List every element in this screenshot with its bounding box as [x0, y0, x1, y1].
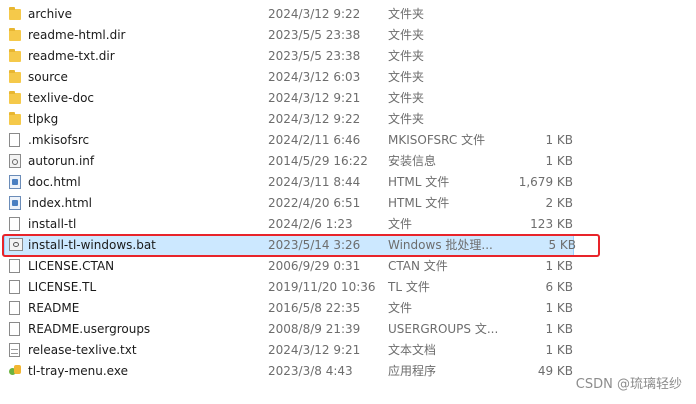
folder-icon	[9, 112, 21, 125]
file-name: doc.html	[28, 175, 81, 189]
highlight-annotation-box	[2, 234, 600, 257]
file-date: 2016/5/8 22:35	[268, 301, 361, 315]
file-name: autorun.inf	[28, 154, 95, 168]
file-date: 2023/5/5 23:38	[268, 49, 361, 63]
file-row[interactable]: source 2024/3/12 6:03 文件夹	[0, 67, 696, 88]
file-name: install-tl	[28, 217, 77, 231]
file-date: 2008/8/9 21:39	[268, 322, 361, 336]
file-size: 1 KB	[545, 259, 573, 273]
file-date: 2024/3/12 9:21	[268, 91, 361, 105]
file-icon	[9, 322, 20, 336]
file-row[interactable]: README.usergroups 2008/8/9 21:39 USERGROUP…	[0, 319, 696, 340]
file-icon	[9, 259, 20, 273]
file-type: 文件夹	[388, 112, 425, 126]
file-type: CTAN 文件	[388, 259, 448, 273]
file-date: 2024/2/6 1:23	[268, 217, 353, 231]
file-name: source	[28, 70, 68, 84]
html-file-icon	[9, 196, 21, 210]
file-name: README	[28, 301, 80, 315]
file-date: 2024/3/12 9:22	[268, 7, 361, 21]
file-size: 1 KB	[545, 154, 573, 168]
folder-icon	[9, 7, 21, 20]
file-row[interactable]: LICENSE.CTAN 2006/9/29 0:31 CTAN 文件 1 KB	[0, 256, 696, 277]
file-row[interactable]: autorun.inf 2014/5/29 16:22 安装信息 1 KB	[0, 151, 696, 172]
file-type: 文件夹	[388, 91, 425, 105]
file-row[interactable]: readme-html.dir 2023/5/5 23:38 文件夹	[0, 25, 696, 46]
file-row[interactable]: readme-txt.dir 2023/5/5 23:38 文件夹	[0, 46, 696, 67]
folder-icon	[9, 70, 21, 83]
file-type: MKISOFSRC 文件	[388, 133, 486, 147]
setup-info-icon	[9, 154, 21, 168]
file-size: 1 KB	[545, 301, 573, 315]
file-date: 2024/3/12 9:21	[268, 343, 361, 357]
file-row[interactable]: install-tl 2024/2/6 1:23 文件 123 KB	[0, 214, 696, 235]
file-type: 文件	[388, 217, 413, 231]
file-size: 1 KB	[545, 343, 573, 357]
file-type: 安装信息	[388, 154, 437, 168]
file-icon	[9, 133, 20, 147]
file-row[interactable]: index.html 2022/4/20 6:51 HTML 文件 2 KB	[0, 193, 696, 214]
file-name: .mkisofsrc	[28, 133, 90, 147]
file-date: 2024/2/11 6:46	[268, 133, 361, 147]
file-type: 文件夹	[388, 7, 425, 21]
file-type: 应用程序	[388, 364, 437, 378]
file-name: tl-tray-menu.exe	[28, 364, 128, 378]
folder-icon	[9, 49, 21, 62]
file-name: index.html	[28, 196, 92, 210]
watermark: CSDN @琉璃轻纱	[575, 377, 682, 392]
folder-icon	[9, 28, 21, 41]
file-date: 2006/9/29 0:31	[268, 259, 361, 273]
file-date: 2024/3/11 8:44	[268, 175, 361, 189]
file-type: 文件夹	[388, 28, 425, 42]
file-list: archive 2024/3/12 9:22 文件夹 readme-html.dir 2…	[0, 4, 696, 382]
file-name: texlive-doc	[28, 91, 95, 105]
file-type: TL 文件	[388, 280, 430, 294]
file-date: 2023/5/5 23:38	[268, 28, 361, 42]
text-file-icon	[9, 343, 20, 357]
file-type: 文件夹	[388, 70, 425, 84]
file-type: 文本文档	[388, 343, 437, 357]
file-row[interactable]: release-texlive.txt 2024/3/12 9:21 文本文档 1 K…	[0, 340, 696, 361]
file-icon	[9, 280, 20, 294]
html-file-icon	[9, 175, 21, 189]
file-date: 2023/3/8 4:43	[268, 364, 353, 378]
file-size: 123 KB	[530, 217, 573, 231]
file-size: 1 KB	[545, 322, 573, 336]
file-date: 2022/4/20 6:51	[268, 196, 361, 210]
file-size: 1 KB	[545, 133, 573, 147]
file-icon	[9, 217, 20, 231]
file-name: readme-html.dir	[28, 28, 126, 42]
file-date: 2024/3/12 6:03	[268, 70, 361, 84]
file-type: HTML 文件	[388, 175, 450, 189]
file-size: 6 KB	[545, 280, 573, 294]
file-name: tlpkg	[28, 112, 59, 126]
file-date: 2024/3/12 9:22	[268, 112, 361, 126]
file-size: 1,679 KB	[518, 175, 573, 189]
file-name: release-texlive.txt	[28, 343, 137, 357]
file-row[interactable]: archive 2024/3/12 9:22 文件夹	[0, 4, 696, 25]
file-type: USERGROUPS 文...	[388, 322, 499, 336]
file-icon	[9, 301, 20, 315]
file-date: 2014/5/29 16:22	[268, 154, 368, 168]
file-row[interactable]: .mkisofsrc 2024/2/11 6:46 MKISOFSRC 文件 1 KB	[0, 130, 696, 151]
folder-icon	[9, 91, 21, 104]
file-name: README.usergroups	[28, 322, 151, 336]
file-row[interactable]: tlpkg 2024/3/12 9:22 文件夹	[0, 109, 696, 130]
file-name: archive	[28, 7, 73, 21]
exe-icon	[9, 365, 22, 378]
file-size: 49 KB	[537, 364, 573, 378]
file-row[interactable]: texlive-doc 2024/3/12 9:21 文件夹	[0, 88, 696, 109]
file-type: HTML 文件	[388, 196, 450, 210]
file-row[interactable]: LICENSE.TL 2019/11/20 10:36 TL 文件 6 KB	[0, 277, 696, 298]
file-row[interactable]: doc.html 2024/3/11 8:44 HTML 文件 1,679 KB	[0, 172, 696, 193]
file-name: LICENSE.CTAN	[28, 259, 115, 273]
file-name: readme-txt.dir	[28, 49, 115, 63]
file-row[interactable]: README 2016/5/8 22:35 文件 1 KB	[0, 298, 696, 319]
file-type: 文件夹	[388, 49, 425, 63]
file-type: 文件	[388, 301, 413, 315]
file-date: 2019/11/20 10:36	[268, 280, 376, 294]
file-name: LICENSE.TL	[28, 280, 97, 294]
file-size: 2 KB	[545, 196, 573, 210]
